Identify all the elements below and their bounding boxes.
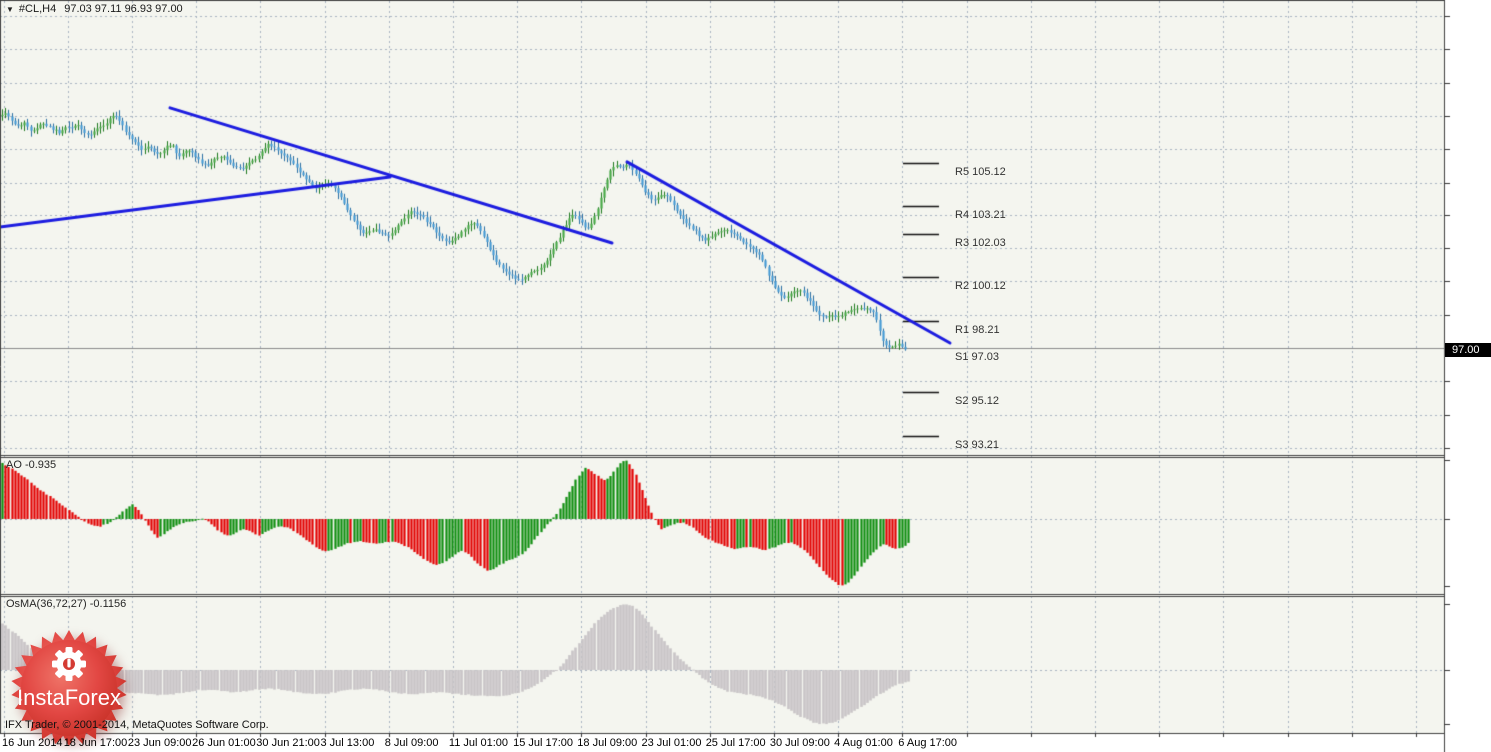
sr-level-label: R3 102.03 xyxy=(955,236,1006,249)
osma-indicator-value: -0.1156 xyxy=(89,598,127,610)
time-tick-label: 15 Jul 17:00 xyxy=(513,737,574,749)
time-tick-label: 4 Aug 01:00 xyxy=(834,737,893,749)
price-axis[interactable]: 111.50110.05108.60107.15105.70104.25102.… xyxy=(1445,0,1491,733)
sr-level-label: R1 98.21 xyxy=(955,324,1000,337)
copyright-text: IFX Trader, © 2001-2014, MetaQuotes Soft… xyxy=(5,719,269,731)
symbol-dropdown-icon[interactable]: ▼ xyxy=(6,5,14,14)
time-tick-label: 23 Jun 09:00 xyxy=(127,737,192,749)
time-tick-label: 25 Jul 17:00 xyxy=(705,737,766,749)
time-tick-label: 18 Jul 09:00 xyxy=(577,737,638,749)
chart-symbol: #CL,H4 xyxy=(18,3,57,15)
price-chart-canvas[interactable] xyxy=(0,0,1491,752)
ao-indicator-value: -0.935 xyxy=(24,459,57,471)
mt4-chart-window: { "header": { "dropdown_glyph": "▼", "sy… xyxy=(0,0,1491,752)
instaforex-gear-icon xyxy=(52,647,86,681)
instaforex-watermark-logo: InstaForex xyxy=(11,630,127,746)
chart-title: ▼ #CL,H4 97.03 97.11 96.93 97.00 xyxy=(6,3,183,16)
sr-level-label: R5 105.12 xyxy=(955,165,1006,178)
osma-indicator-label: OsMA(36,72,27) -0.1156 xyxy=(6,598,126,611)
time-tick-label: 23 Jul 01:00 xyxy=(641,737,702,749)
time-tick-label: 26 Jun 01:00 xyxy=(192,737,256,749)
sr-level-label: R4 103.21 xyxy=(955,209,1006,222)
time-tick-label: 8 Jul 09:00 xyxy=(384,737,439,749)
ao-indicator-label: AO -0.935 xyxy=(6,459,56,472)
time-tick-label: 3 Jul 13:00 xyxy=(320,737,375,749)
sr-level-label: R2 100.12 xyxy=(955,280,1006,293)
chart-ohlc-values: 97.03 97.11 96.93 97.00 xyxy=(64,3,183,15)
time-tick-label: 11 Jul 01:00 xyxy=(448,737,509,749)
sr-level-label: S1 97.03 xyxy=(955,351,1000,364)
osma-indicator-name: OsMA(36,72,27) xyxy=(6,598,87,610)
time-tick-label: 30 Jul 09:00 xyxy=(769,737,830,749)
logo-text: InstaForex xyxy=(17,685,121,710)
time-tick-label: 6 Aug 17:00 xyxy=(898,737,958,749)
time-tick-label: 18 Jun 17:00 xyxy=(63,737,128,749)
current-price-tag: 97.00 xyxy=(1445,342,1491,357)
time-tick-label: 30 Jun 21:00 xyxy=(256,737,320,749)
sr-level-label: S2 95.12 xyxy=(955,395,1000,408)
ao-indicator-name: AO xyxy=(6,459,22,471)
sr-level-label: S3 93.21 xyxy=(955,439,1000,452)
time-tick-label: 16 Jun 2014 xyxy=(2,737,63,749)
